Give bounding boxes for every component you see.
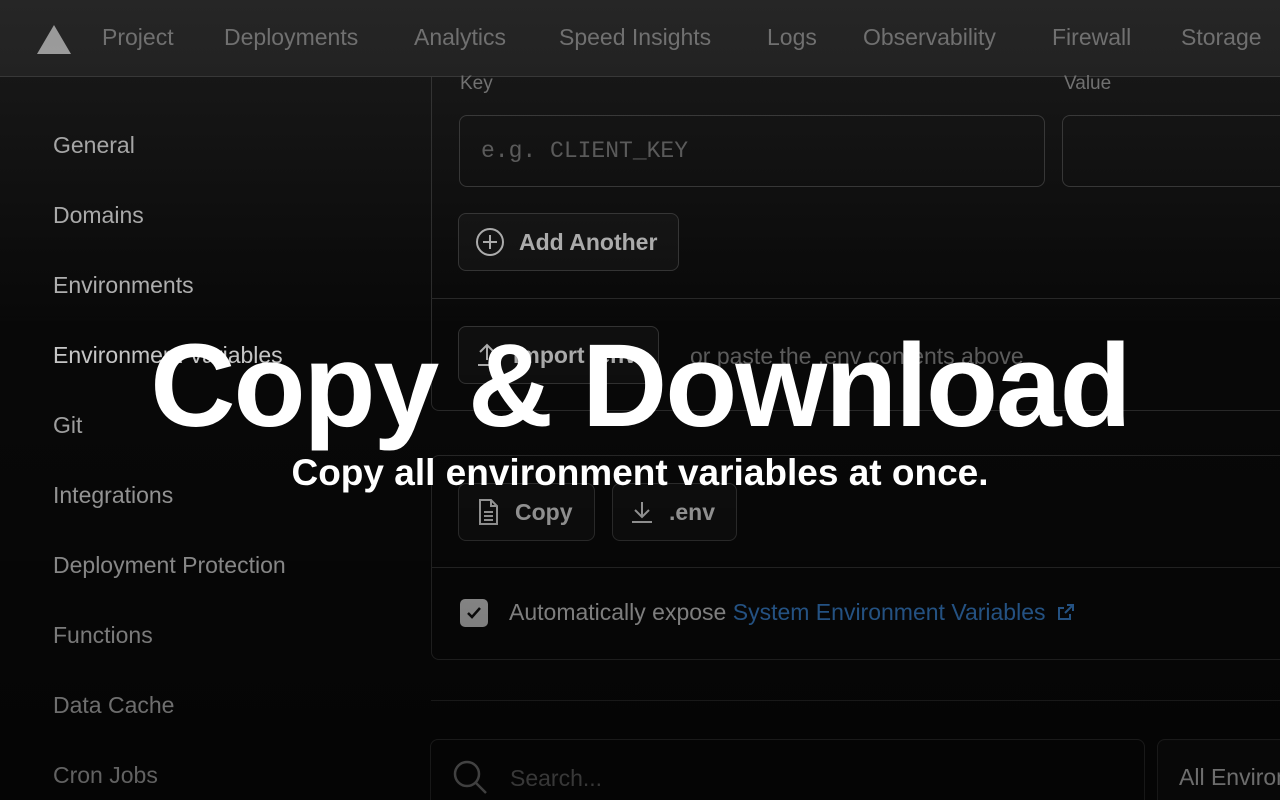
checkmark-icon bbox=[467, 607, 481, 619]
nav-item-logs[interactable]: Logs bbox=[767, 24, 817, 51]
search-icon bbox=[453, 760, 487, 794]
nav-item-project[interactable]: Project bbox=[102, 24, 174, 51]
add-another-button[interactable]: Add Another bbox=[458, 213, 680, 271]
document-icon bbox=[479, 499, 498, 525]
divider bbox=[431, 700, 1280, 701]
panel-separator bbox=[431, 567, 1280, 568]
top-navigation: Project Deployments Analytics Speed Insi… bbox=[0, 0, 1280, 77]
nav-item-deployments[interactable]: Deployments bbox=[224, 24, 358, 51]
key-label: Key bbox=[460, 73, 493, 94]
download-label: .env bbox=[669, 498, 716, 525]
sidebar-item-data-cache[interactable]: Data Cache bbox=[53, 692, 174, 719]
sidebar-item-functions[interactable]: Functions bbox=[53, 622, 153, 649]
sidebar-item-domains[interactable]: Domains bbox=[53, 202, 144, 229]
search-input[interactable] bbox=[508, 760, 1112, 796]
nav-item-analytics[interactable]: Analytics bbox=[414, 24, 506, 51]
expose-system-vars-text: Automatically expose System Environment … bbox=[509, 599, 1076, 626]
overlay-subheadline: Copy all environment variables at once. bbox=[291, 452, 989, 493]
key-input[interactable] bbox=[459, 115, 1045, 187]
environment-filter-value: All Environments bbox=[1179, 764, 1280, 790]
expose-label: Automatically expose bbox=[509, 599, 727, 625]
sidebar-item-general[interactable]: General bbox=[53, 132, 135, 159]
sidebar-item-deployment-protection[interactable]: Deployment Protection bbox=[53, 552, 286, 579]
plus-circle-icon bbox=[476, 228, 504, 256]
add-another-label: Add Another bbox=[519, 228, 658, 255]
download-icon bbox=[632, 502, 652, 523]
logo-triangle-icon[interactable] bbox=[37, 25, 71, 54]
system-env-vars-link-label: System Environment Variables bbox=[732, 599, 1046, 625]
value-input[interactable] bbox=[1062, 115, 1280, 187]
nav-item-storage[interactable]: Storage bbox=[1181, 24, 1262, 51]
overlay-headline: Copy & Download bbox=[150, 320, 1132, 452]
divider bbox=[431, 298, 1280, 299]
sidebar-item-cron-jobs[interactable]: Cron Jobs bbox=[53, 762, 158, 789]
expose-system-vars-checkbox[interactable] bbox=[460, 599, 488, 627]
nav-item-speed-insights[interactable]: Speed Insights bbox=[559, 24, 711, 51]
system-env-vars-link[interactable]: System Environment Variables bbox=[733, 599, 1076, 625]
nav-item-firewall[interactable]: Firewall bbox=[1052, 24, 1131, 51]
copy-label: Copy bbox=[515, 498, 573, 525]
value-label: Value bbox=[1064, 73, 1112, 94]
sidebar-item-environments[interactable]: Environments bbox=[53, 272, 194, 299]
external-link-icon bbox=[1057, 604, 1074, 620]
nav-item-observability[interactable]: Observability bbox=[863, 24, 996, 51]
environment-filter-select[interactable]: All Environments bbox=[1157, 739, 1280, 800]
